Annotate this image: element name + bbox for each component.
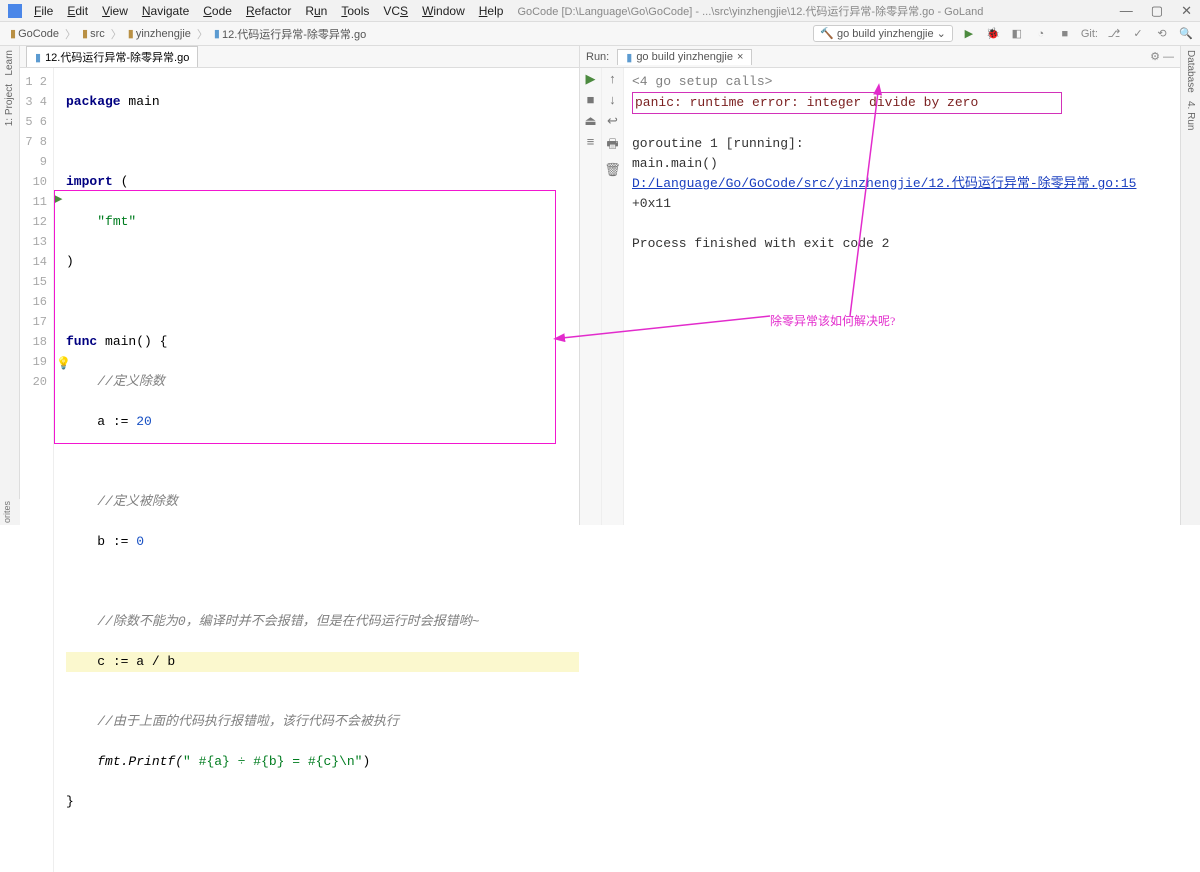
run-output[interactable]: <4 go setup calls> panic: runtime error:… — [624, 68, 1180, 525]
run-tool-window: Run: ▮go build yinzhengjie × ⚙ — ▶ ■ ⏏ ≡… — [580, 46, 1180, 525]
debug-button[interactable]: 🐞 — [985, 27, 1001, 40]
layout-icon[interactable]: ≡ — [587, 135, 595, 150]
go-file-icon: ▮ — [35, 51, 41, 64]
menu-bar: File Edit View Navigate Code Refactor Ru… — [28, 4, 509, 18]
tab-project[interactable]: 1: Project — [4, 84, 15, 126]
breadcrumb-pkg[interactable]: ▮yinzhengjie — [124, 26, 195, 41]
print-icon[interactable]: 🖶 — [606, 135, 618, 157]
title-bar: File Edit View Navigate Code Refactor Ru… — [0, 0, 1200, 22]
git-history-icon[interactable]: ⟲ — [1154, 27, 1170, 40]
menu-window[interactable]: Window — [416, 4, 471, 18]
annotation-text: 除零异常该如何解决呢? — [770, 312, 895, 329]
editor[interactable]: 1 2 3 4 5 6 7 8 9 10 11 12 13 14 15 16 1… — [20, 68, 579, 872]
left-tool-rail: Learn 1: Project — [0, 46, 20, 525]
minimize-button[interactable]: — — [1120, 3, 1133, 19]
mainmain-line: main.main() — [632, 156, 718, 171]
menu-navigate[interactable]: Navigate — [136, 4, 195, 18]
trash-icon[interactable]: 🗑 — [604, 163, 621, 178]
run-actions-rail: ▶ ■ ⏏ ≡ — [580, 68, 602, 525]
panic-line: panic: runtime error: integer divide by … — [635, 95, 978, 110]
menu-help[interactable]: Help — [473, 4, 510, 18]
tab-database[interactable]: Database — [1185, 50, 1196, 93]
folded-calls[interactable]: <4 go setup calls> — [632, 74, 772, 89]
stack-link[interactable]: D:/Language/Go/GoCode/src/yinzhengjie/12… — [632, 176, 1136, 191]
toolbar: ▮GoCode 〉 ▮src 〉 ▮yinzhengjie 〉 ▮12.代码运行… — [0, 22, 1200, 46]
run-config-dropdown[interactable]: 🔨 go build yinzhengjie ⌄ — [813, 25, 953, 42]
maximize-button[interactable]: ▢ — [1151, 3, 1163, 19]
folder-icon: ▮ — [10, 27, 16, 40]
go-file-icon: ▮ — [214, 27, 220, 40]
folder-icon: ▮ — [128, 27, 134, 40]
run-actions-rail2: ↑ ↓ ↩ 🖶 🗑 — [602, 68, 624, 525]
tab-learn[interactable]: Learn — [4, 50, 15, 76]
breadcrumb-root[interactable]: ▮GoCode — [6, 26, 63, 41]
breadcrumb-file[interactable]: ▮12.代码运行异常-除零异常.go — [210, 25, 370, 43]
right-tool-rail: Database 4. Run — [1180, 46, 1200, 525]
bottom-left-tab[interactable]: orites — [0, 499, 20, 525]
up-icon[interactable]: ↑ — [609, 72, 617, 87]
menu-run[interactable]: Run — [299, 4, 333, 18]
tab-sciview[interactable]: 4. Run — [1185, 101, 1196, 130]
git-pull-icon[interactable]: ✓ — [1130, 27, 1146, 40]
menu-view[interactable]: View — [96, 4, 134, 18]
exit-code: Process finished with exit code 2 — [632, 236, 889, 251]
stop-button[interactable]: ■ — [1057, 28, 1073, 40]
run-tab[interactable]: ▮go build yinzhengjie × — [617, 49, 752, 65]
menu-tools[interactable]: Tools — [335, 4, 375, 18]
profile-button[interactable]: ◔ — [1033, 28, 1049, 40]
git-label: Git: — [1081, 28, 1098, 40]
editor-pane: ▮12.代码运行异常-除零异常.go 1 2 3 4 5 6 7 8 9 10 … — [20, 46, 580, 525]
stop-icon[interactable]: ■ — [587, 93, 595, 108]
run-button[interactable]: ▶ — [961, 27, 977, 40]
down-icon[interactable]: ↓ — [609, 93, 617, 108]
menu-code[interactable]: Code — [197, 4, 238, 18]
menu-refactor[interactable]: Refactor — [240, 4, 297, 18]
menu-edit[interactable]: Edit — [61, 4, 94, 18]
run-label: Run: — [586, 51, 609, 63]
menu-vcs[interactable]: VCS — [377, 4, 414, 18]
rerun-icon[interactable]: ▶ — [586, 72, 596, 87]
search-icon[interactable]: 🔍 — [1178, 27, 1194, 40]
git-branch-icon[interactable]: ⎇ — [1106, 27, 1122, 40]
line-gutter: 1 2 3 4 5 6 7 8 9 10 11 12 13 14 15 16 1… — [20, 68, 54, 872]
editor-tab[interactable]: ▮12.代码运行异常-除零异常.go — [26, 46, 198, 67]
breadcrumb-src[interactable]: ▮src — [78, 26, 109, 41]
menu-file[interactable]: File — [28, 4, 59, 18]
goroutine-line: goroutine 1 [running]: — [632, 136, 804, 151]
code-area[interactable]: package main import ( "fmt" ) func main(… — [54, 68, 579, 872]
go-file-icon: ▮ — [626, 51, 632, 64]
app-icon — [8, 4, 22, 18]
exit-icon[interactable]: ⏏ — [584, 114, 596, 129]
coverage-button[interactable]: ◧ — [1009, 27, 1025, 40]
window-title: GoCode [D:\Language\Go\GoCode] - ...\src… — [517, 3, 1119, 19]
gear-icon[interactable]: ⚙ — — [1150, 50, 1174, 63]
folder-icon: ▮ — [82, 27, 88, 40]
wrap-icon[interactable]: ↩ — [607, 114, 618, 129]
close-button[interactable]: ✕ — [1181, 3, 1192, 19]
